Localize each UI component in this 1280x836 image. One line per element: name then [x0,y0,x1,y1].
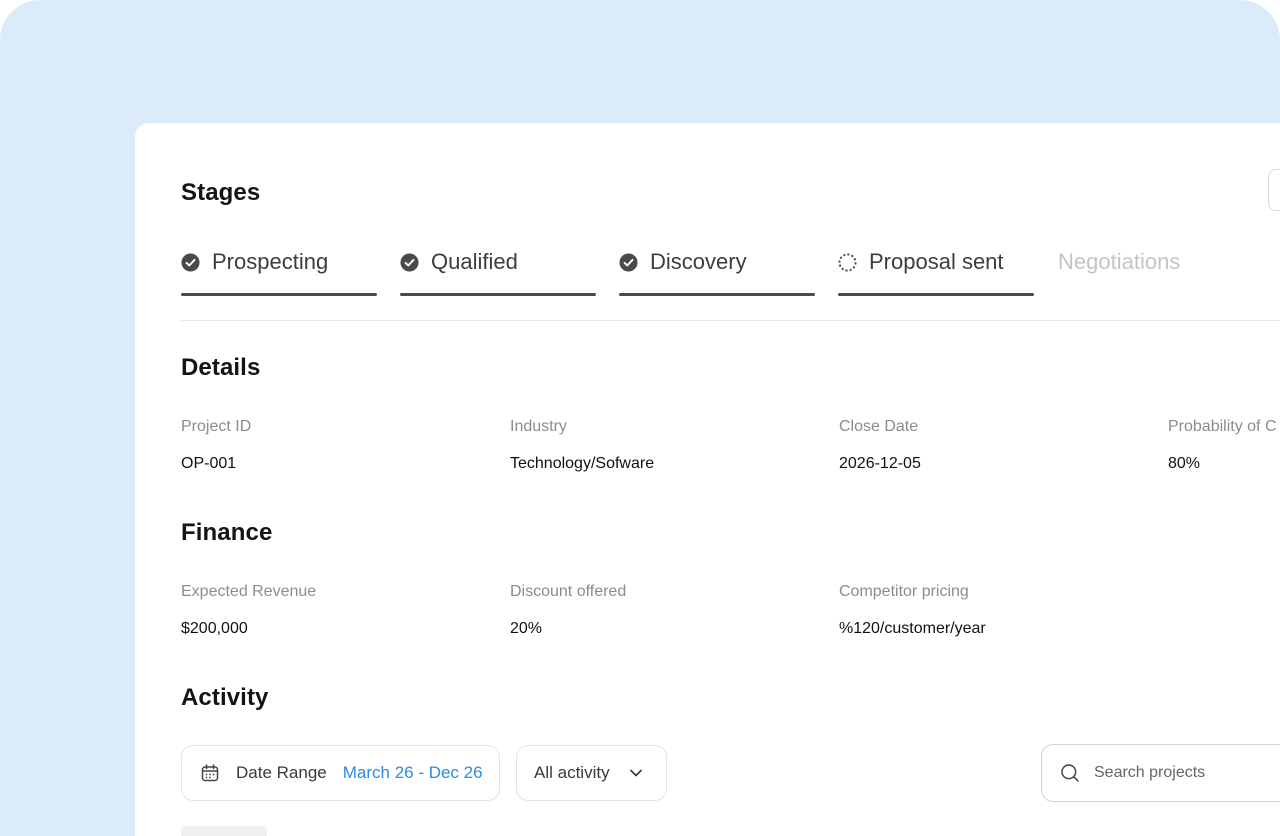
field-value: %120/customer/year [839,620,986,637]
check-circle-icon [400,252,419,272]
field-value: 2026-12-05 [839,455,921,472]
stages-title: Stages [181,179,261,206]
search-projects-field[interactable] [1041,744,1280,802]
stage-progress-bar [181,293,377,296]
activity-title: Activity [181,684,269,711]
field-label: Probability of C [1168,418,1277,435]
field-value: $200,000 [181,620,248,637]
field-label: Competitor pricing [839,583,969,600]
stage-label: Negotiations [1058,249,1181,274]
field-label: Project ID [181,418,252,435]
field-expected-revenue: Expected Revenue $200,000 [181,583,316,638]
field-label: Industry [510,418,567,435]
field-value: 80% [1168,455,1201,472]
field-label: Close Date [839,418,919,435]
check-circle-icon [181,252,200,272]
field-project-id: Project ID OP-001 [181,418,251,473]
activity-type-select[interactable]: All activity [516,745,667,801]
field-label: Expected Revenue [181,583,317,600]
page-backdrop: Stages Prospecting Qualified Discovery P… [0,0,1280,836]
date-range-value: March 26 - Dec 26 [342,763,483,782]
stage-label: Discovery [650,249,747,274]
search-icon [1061,764,1079,782]
stage-label: Prospecting [212,249,329,274]
loading-placeholder [181,826,267,836]
field-competitor-pricing: Competitor pricing %120/customer/year [839,583,986,638]
search-input[interactable] [1092,763,1276,783]
field-value: OP-001 [181,455,237,472]
details-title: Details [181,354,261,381]
stage-progress-bar [400,293,596,296]
check-circle-icon [619,252,638,272]
field-label: Discount offered [510,583,627,600]
stages-divider [181,320,1280,321]
field-close-date: Close Date 2026-12-05 [839,418,921,473]
activity-type-value: All activity [534,763,610,782]
dashed-circle-icon [838,252,857,272]
field-probability: Probability of C 80% [1168,418,1277,473]
date-range-label: Date Range [236,763,327,782]
chevron-down-icon [629,769,642,777]
stage-progress-bar [619,293,815,296]
stage-label: Proposal sent [869,249,1004,274]
stage-progress-bar [838,293,1034,296]
calendar-icon [201,764,219,782]
opportunity-card: Stages Prospecting Qualified Discovery P… [135,123,1280,836]
field-discount-offered: Discount offered 20% [510,583,626,638]
stage-label: Qualified [431,249,518,274]
field-industry: Industry Technology/Sofware [510,418,654,473]
header-action-button[interactable] [1268,169,1280,211]
field-value: 20% [510,620,543,637]
date-range-filter[interactable]: Date Range March 26 - Dec 26 [181,745,500,801]
finance-title: Finance [181,519,273,546]
field-value: Technology/Sofware [510,455,655,472]
